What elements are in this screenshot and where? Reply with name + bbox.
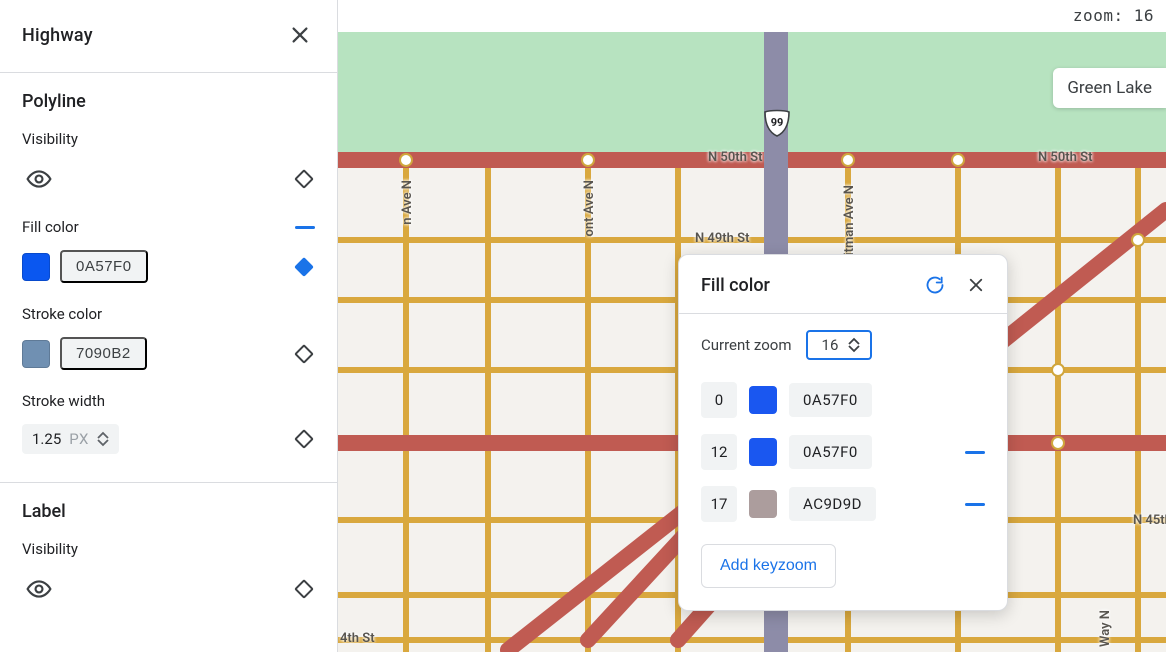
diamond-icon: [294, 169, 314, 189]
popover-body: Current zoom 16 0 0A57F0 12: [679, 314, 1007, 610]
section-polyline: Polyline Visibility Fill color 0A57F0: [0, 73, 337, 482]
visibility-label: Visibility: [22, 130, 315, 148]
intersection-dot: [951, 153, 965, 167]
label-visibility-toggle[interactable]: [22, 572, 56, 606]
visibility-keyzoom-toggle[interactable]: [293, 168, 315, 190]
zoom-label-text: zoom:: [1073, 6, 1124, 25]
label-visibility-row: [22, 572, 315, 606]
strokewidth-keyzoom-toggle[interactable]: [293, 428, 315, 450]
street-label: ont Ave N: [582, 180, 597, 236]
visibility-row: [22, 162, 315, 196]
stroke-keyzoom-toggle[interactable]: [293, 343, 315, 365]
svg-text:99: 99: [771, 116, 784, 129]
fill-color-hex[interactable]: 0A57F0: [60, 250, 148, 283]
stepper-icon[interactable]: [97, 431, 109, 447]
intersection-dot: [399, 153, 413, 167]
fill-color-swatch[interactable]: [22, 253, 50, 281]
stroke-width-input[interactable]: 1.25 PX: [22, 424, 119, 454]
close-popover-button[interactable]: [963, 272, 989, 298]
intersection-dot: [1051, 436, 1065, 450]
current-zoom-input[interactable]: 16: [806, 330, 873, 360]
stepper-icon[interactable]: [848, 337, 860, 353]
keyzoom-value[interactable]: 17: [701, 486, 737, 522]
popover-header: Fill color: [679, 255, 1007, 313]
keyzoom-row: 0 0A57F0: [701, 382, 985, 418]
fill-color-header: Fill color: [22, 218, 315, 236]
keyzoom-swatch[interactable]: [749, 490, 777, 518]
close-icon: [289, 24, 311, 46]
street-label: N 49th St: [695, 231, 749, 246]
zoom-value: 16: [1134, 6, 1154, 25]
stroke-width-unit: PX: [69, 430, 89, 448]
keyzoom-indicator-icon: [965, 503, 985, 506]
stroke-color-label: Stroke color: [22, 305, 315, 323]
fill-color-row: 0A57F0: [22, 250, 315, 283]
eye-icon: [26, 166, 52, 192]
stroke-width-row: 1.25 PX: [22, 424, 315, 454]
diamond-icon: [294, 429, 314, 449]
keyzoom-row: 12 0A57F0: [701, 434, 985, 470]
fill-color-indicator-icon: [295, 226, 315, 229]
zoom-readout: zoom: 16: [1073, 6, 1154, 25]
sidebar: Highway Polyline Visibility Fill color: [0, 0, 338, 652]
keyzoom-indicator-icon: [965, 451, 985, 454]
keyzoom-row: 17 AC9D9D: [701, 486, 985, 522]
street-label: n Ave N: [400, 180, 415, 225]
stroke-color-swatch[interactable]: [22, 340, 50, 368]
stroke-width-label: Stroke width: [22, 392, 315, 410]
keyzoom-hex[interactable]: AC9D9D: [789, 487, 876, 521]
label-heading: Label: [22, 501, 315, 522]
current-zoom-row: Current zoom 16: [701, 330, 985, 360]
diamond-filled-icon: [294, 257, 314, 277]
current-zoom-label: Current zoom: [701, 336, 792, 354]
label-keyzoom-toggle[interactable]: [293, 578, 315, 600]
sidebar-header: Highway: [0, 0, 337, 72]
map-header-strip: [338, 0, 1166, 32]
stroke-color-hex[interactable]: 7090B2: [60, 337, 147, 370]
diamond-icon: [294, 579, 314, 599]
street-label: 4th St: [340, 631, 375, 646]
reset-button[interactable]: [921, 271, 949, 299]
map-canvas[interactable]: zoom: 16: [338, 0, 1166, 652]
popover-title: Fill color: [701, 275, 770, 296]
close-icon: [967, 276, 985, 294]
fill-color-label: Fill color: [22, 218, 79, 236]
intersection-dot: [841, 153, 855, 167]
intersection-dot: [1131, 233, 1145, 247]
sidebar-title: Highway: [22, 25, 93, 46]
section-label: Label Visibility: [0, 483, 337, 634]
close-sidebar-button[interactable]: [285, 20, 315, 50]
fill-keyzoom-toggle[interactable]: [293, 256, 315, 278]
route-shield: 99: [762, 108, 792, 138]
street-label: Way N: [1098, 610, 1113, 647]
keyzoom-value[interactable]: 12: [701, 434, 737, 470]
stroke-width-value: 1.25: [32, 430, 61, 448]
keyzoom-hex[interactable]: 0A57F0: [789, 383, 872, 417]
street-label: N 45th St: [1133, 513, 1166, 528]
keyzoom-swatch[interactable]: [749, 438, 777, 466]
intersection-dot: [581, 153, 595, 167]
fill-color-popover: Fill color Current zoom 16: [678, 254, 1008, 611]
intersection-dot: [1051, 363, 1065, 377]
current-zoom-value: 16: [822, 336, 839, 354]
street-label: N 50th St: [1038, 150, 1092, 165]
label-visibility-label: Visibility: [22, 540, 315, 558]
place-chip[interactable]: Green Lake: [1053, 68, 1166, 108]
keyzoom-hex[interactable]: 0A57F0: [789, 435, 872, 469]
add-keyzoom-button[interactable]: Add keyzoom: [701, 544, 836, 588]
street-label: N 50th St: [708, 150, 762, 165]
stroke-color-row: 7090B2: [22, 337, 315, 370]
keyzoom-value[interactable]: 0: [701, 382, 737, 418]
diamond-icon: [294, 344, 314, 364]
refresh-icon: [925, 275, 945, 295]
visibility-toggle[interactable]: [22, 162, 56, 196]
keyzoom-swatch[interactable]: [749, 386, 777, 414]
eye-icon: [26, 576, 52, 602]
polyline-heading: Polyline: [22, 91, 315, 112]
